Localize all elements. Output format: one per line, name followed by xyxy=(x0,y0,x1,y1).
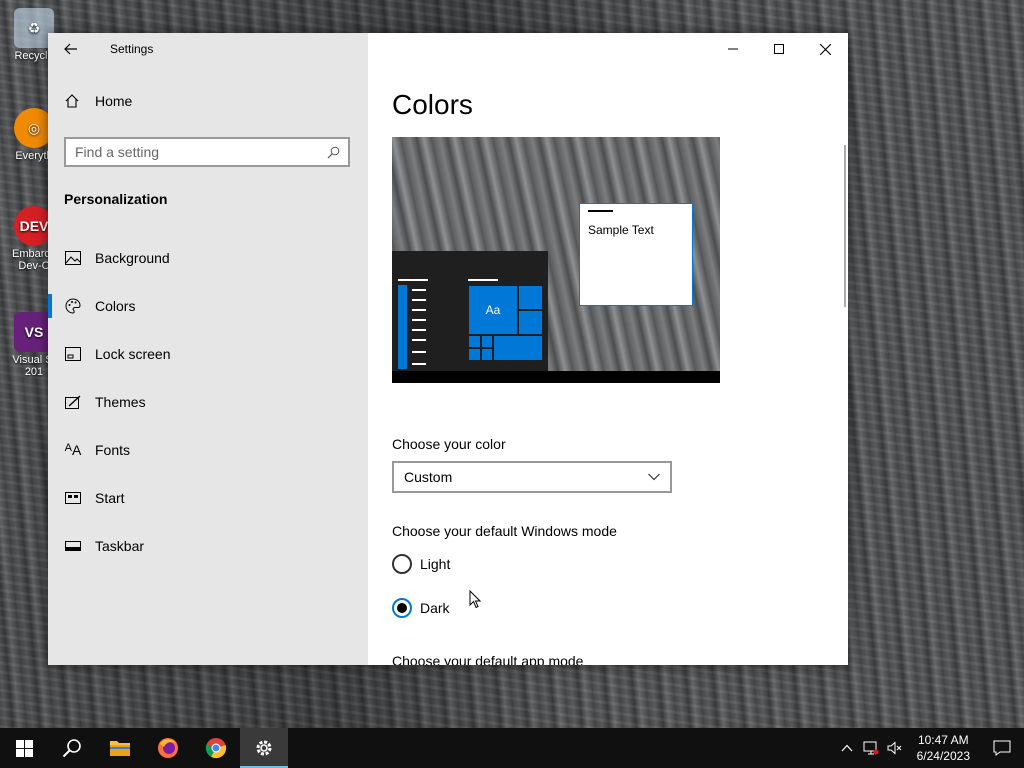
home-icon xyxy=(65,94,79,108)
window-title: Settings xyxy=(110,42,154,56)
search-box xyxy=(64,137,350,167)
font-icon: AA xyxy=(64,442,82,458)
search-icon xyxy=(62,739,81,758)
sidebar-item-label: Lock screen xyxy=(95,346,171,362)
chrome-icon xyxy=(205,738,227,759)
sidebar: Settings Home Personalization xyxy=(48,33,368,665)
title-bar: Settings xyxy=(48,33,368,65)
start-button[interactable] xyxy=(0,728,48,768)
system-tray: 10:47 AM 6/24/2023 xyxy=(835,728,1024,768)
brush-icon xyxy=(63,395,83,409)
radio-light[interactable]: Light xyxy=(392,554,450,574)
clock-time: 10:47 AM xyxy=(917,733,969,747)
taskbar-settings[interactable] xyxy=(240,728,288,768)
sidebar-item-label: Colors xyxy=(95,298,136,314)
preview-taskbar xyxy=(392,371,720,383)
preview-start-menu: Aa xyxy=(392,251,548,371)
sidebar-item-background[interactable]: Background xyxy=(48,234,368,282)
choose-color-dropdown[interactable]: Custom xyxy=(392,461,672,493)
page-title: Colors xyxy=(392,89,473,120)
folder-icon xyxy=(110,741,130,756)
choose-color-label: Choose your color xyxy=(392,436,506,452)
section-heading: Personalization xyxy=(64,191,168,207)
preview-sample-window: Sample Text xyxy=(579,203,693,306)
sidebar-item-label: Background xyxy=(95,250,170,266)
chevron-down-icon xyxy=(648,473,660,481)
lock-screen-icon xyxy=(63,347,83,361)
sidebar-item-colors[interactable]: Colors xyxy=(48,282,368,330)
content-pane: Colors Aa Sample Text Choose your color … xyxy=(392,33,848,665)
start-icon xyxy=(63,492,83,504)
back-arrow-icon xyxy=(64,43,77,55)
taskbar-file-explorer[interactable] xyxy=(96,728,144,768)
radio-label: Dark xyxy=(420,600,450,616)
sidebar-item-label: Taskbar xyxy=(95,538,145,554)
sidebar-item-label: Start xyxy=(95,490,125,506)
sidebar-item-label: Fonts xyxy=(95,442,131,458)
preview-tile-text: Aa xyxy=(468,285,518,335)
taskbar-chrome[interactable] xyxy=(192,728,240,768)
mouse-cursor-icon xyxy=(469,590,481,609)
preview-sample-text: Sample Text xyxy=(588,223,654,237)
radio-circle[interactable] xyxy=(392,554,412,574)
radio-dark[interactable]: Dark xyxy=(392,598,450,618)
sidebar-item-lock-screen[interactable]: Lock screen xyxy=(48,330,368,378)
taskbar-search-button[interactable] xyxy=(48,728,96,768)
windows-mode-label: Choose your default Windows mode xyxy=(392,523,617,539)
home-label: Home xyxy=(95,93,133,109)
taskbar-icon xyxy=(63,541,83,551)
gear-icon xyxy=(256,740,272,756)
sidebar-item-themes[interactable]: Themes xyxy=(48,378,368,426)
sidebar-item-label: Themes xyxy=(95,394,146,410)
windows-logo-icon xyxy=(15,739,33,757)
windows-taskbar: 10:47 AM 6/24/2023 xyxy=(0,728,1024,768)
back-button[interactable] xyxy=(48,33,94,65)
notification-icon[interactable] xyxy=(980,740,1024,756)
search-icon[interactable] xyxy=(318,146,348,159)
color-preview: Aa Sample Text xyxy=(392,137,720,383)
volume-muted-icon[interactable] xyxy=(883,741,907,755)
settings-window: Settings Home Personalization xyxy=(48,33,848,665)
search-input[interactable] xyxy=(66,143,318,161)
sidebar-home[interactable]: Home xyxy=(64,93,132,109)
sidebar-item-start[interactable]: Start xyxy=(48,474,368,522)
palette-icon xyxy=(63,298,83,314)
clock-date: 6/24/2023 xyxy=(916,749,970,763)
chevron-up-icon[interactable] xyxy=(835,744,859,752)
app-mode-label: Choose your default app mode xyxy=(392,653,584,665)
picture-icon xyxy=(63,251,83,265)
choose-color-value: Custom xyxy=(404,469,453,485)
network-icon[interactable] xyxy=(859,741,883,755)
taskbar-clock[interactable]: 10:47 AM 6/24/2023 xyxy=(917,732,970,764)
sidebar-item-fonts[interactable]: AA Fonts xyxy=(48,426,368,474)
radio-label: Light xyxy=(420,556,451,572)
taskbar-firefox[interactable] xyxy=(144,728,192,768)
sidebar-item-taskbar[interactable]: Taskbar xyxy=(48,522,368,570)
firefox-icon xyxy=(158,738,178,758)
sidebar-nav: Background Colors Lock screen Themes A A… xyxy=(48,234,368,570)
radio-circle[interactable] xyxy=(392,598,412,618)
scrollbar[interactable] xyxy=(844,145,846,307)
